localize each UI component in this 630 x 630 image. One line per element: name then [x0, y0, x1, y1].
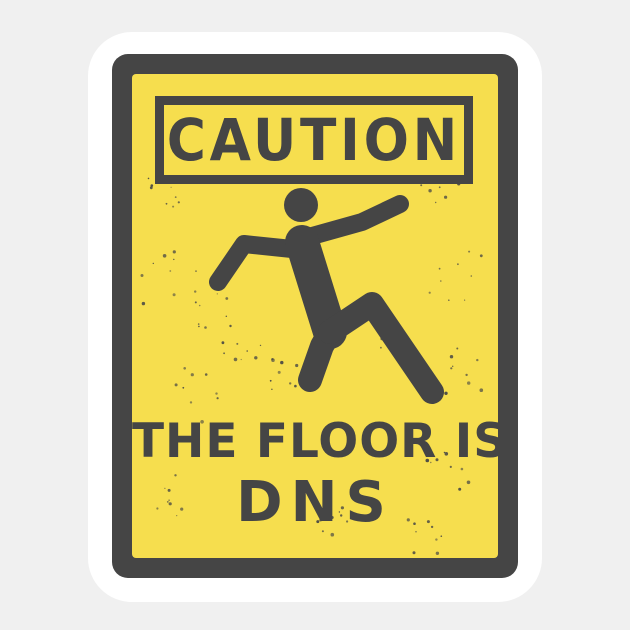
- message-line-2: DNS: [236, 470, 394, 535]
- caution-sign: CAUTION THE FLOOR IS DNS: [112, 54, 518, 578]
- canvas: CAUTION THE FLOOR IS DNS: [0, 0, 630, 630]
- figure-head: [284, 188, 318, 222]
- message-line-1: THE FLOOR IS: [132, 414, 498, 469]
- sign-face: CAUTION THE FLOOR IS DNS: [132, 74, 498, 558]
